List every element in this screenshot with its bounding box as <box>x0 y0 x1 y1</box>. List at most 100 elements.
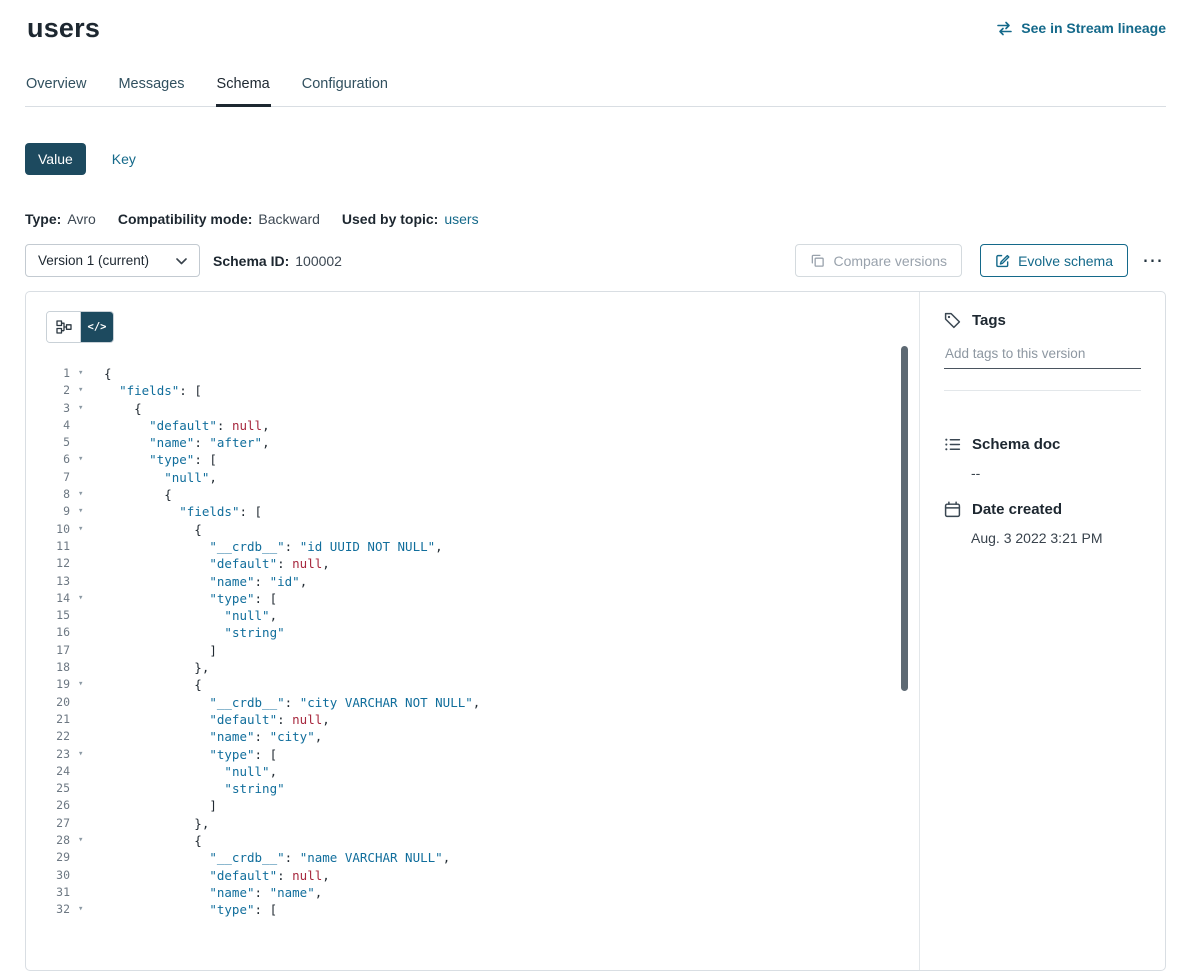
line-number: 23 <box>46 746 70 763</box>
code-line: 25 "string" <box>46 780 919 797</box>
evolve-schema-button[interactable]: Evolve schema <box>980 244 1128 277</box>
fold-toggle-icon[interactable]: ▾ <box>70 486 104 503</box>
code-text: "default": null, <box>104 867 330 884</box>
used-by-topic-label: Used by topic: <box>342 211 438 227</box>
fold-toggle-icon <box>70 417 104 434</box>
fold-toggle-icon[interactable]: ▾ <box>70 832 104 849</box>
tab-schema[interactable]: Schema <box>216 76 271 106</box>
topic-link[interactable]: users <box>444 211 478 227</box>
code-text: { <box>104 400 142 417</box>
schema-meta: Type: Avro Compatibility mode: Backward … <box>25 211 1166 227</box>
tab-overview[interactable]: Overview <box>25 76 87 106</box>
fold-toggle-icon <box>70 728 104 745</box>
schema-sidebar: Tags Schema doc <box>919 292 1165 970</box>
code-line: 3▾ { <box>46 400 919 417</box>
code-text: "null", <box>104 763 277 780</box>
line-number: 4 <box>46 417 70 434</box>
fold-toggle-icon <box>70 659 104 676</box>
schema-doc-icon <box>944 436 961 453</box>
code-line: 27 }, <box>46 815 919 832</box>
fold-toggle-icon[interactable]: ▾ <box>70 746 104 763</box>
schema-panel: </> 1▾{2▾ "fields": [3▾ {4 "default": nu… <box>25 291 1166 971</box>
type-value: Avro <box>67 211 96 227</box>
code-text: "type": [ <box>104 746 277 763</box>
tags-input[interactable] <box>944 346 1141 369</box>
fold-toggle-icon[interactable]: ▾ <box>70 382 104 399</box>
fold-toggle-icon[interactable]: ▾ <box>70 590 104 607</box>
line-number: 21 <box>46 711 70 728</box>
code-line: 28▾ { <box>46 832 919 849</box>
tab-messages[interactable]: Messages <box>117 76 185 106</box>
value-toggle-button[interactable]: Value <box>25 143 86 175</box>
fold-toggle-icon[interactable]: ▾ <box>70 676 104 693</box>
code-text: "name": "city", <box>104 728 322 745</box>
code-line: 19▾ { <box>46 676 919 693</box>
code-view-icon: </> <box>88 321 107 333</box>
version-select[interactable]: Version 1 (current) <box>25 244 200 277</box>
code-text: "null", <box>104 469 217 486</box>
value-key-toggle: Value Key <box>25 143 1166 175</box>
code-text: }, <box>104 659 209 676</box>
code-line: 7 "null", <box>46 469 919 486</box>
line-number: 26 <box>46 797 70 814</box>
tab-configuration[interactable]: Configuration <box>301 76 389 106</box>
line-number: 24 <box>46 763 70 780</box>
fold-toggle-icon <box>70 624 104 641</box>
key-toggle-button[interactable]: Key <box>112 151 136 167</box>
type-label: Type: <box>25 211 61 227</box>
line-number: 9 <box>46 503 70 520</box>
chevron-down-icon <box>176 253 187 268</box>
fold-toggle-icon <box>70 849 104 866</box>
code-text: { <box>104 832 202 849</box>
code-text: "default": null, <box>104 711 330 728</box>
line-number: 20 <box>46 694 70 711</box>
fold-toggle-icon[interactable]: ▾ <box>70 503 104 520</box>
date-created-value: Aug. 3 2022 3:21 PM <box>971 530 1141 546</box>
code-line: 11 "__crdb__": "id UUID NOT NULL", <box>46 538 919 555</box>
code-text: "default": null, <box>104 417 270 434</box>
code-text: { <box>104 521 202 538</box>
fold-toggle-icon <box>70 573 104 590</box>
code-line: 21 "default": null, <box>46 711 919 728</box>
schema-id-label: Schema ID: <box>213 253 289 269</box>
code-text: { <box>104 486 172 503</box>
stream-lineage-label: See in Stream lineage <box>1021 20 1166 36</box>
stream-lineage-link[interactable]: See in Stream lineage <box>996 20 1166 36</box>
scrollbar-thumb[interactable] <box>901 346 908 691</box>
code-line: 16 "string" <box>46 624 919 641</box>
code-line: 29 "__crdb__": "name VARCHAR NULL", <box>46 849 919 866</box>
schema-page: users See in Stream lineage Overview Mess… <box>0 0 1189 916</box>
code-text: "string" <box>104 780 285 797</box>
fold-toggle-icon[interactable]: ▾ <box>70 365 104 382</box>
fold-toggle-icon <box>70 711 104 728</box>
code-line: 9▾ "fields": [ <box>46 503 919 520</box>
code-line: 31 "name": "name", <box>46 884 919 901</box>
line-number: 30 <box>46 867 70 884</box>
code-text: "null", <box>104 607 277 624</box>
code-line: 2▾ "fields": [ <box>46 382 919 399</box>
editor-scrollbar[interactable] <box>901 346 908 960</box>
version-toolbar: Version 1 (current) Schema ID: 100002 Co… <box>25 244 1166 277</box>
tags-section: Tags <box>944 312 1141 391</box>
code-line: 1▾{ <box>46 365 919 382</box>
fold-toggle-icon[interactable]: ▾ <box>70 451 104 468</box>
code-view-button[interactable]: </> <box>80 312 113 342</box>
fold-toggle-icon <box>70 469 104 486</box>
code-text: "__crdb__": "city VARCHAR NOT NULL", <box>104 694 480 711</box>
fold-toggle-icon[interactable]: ▾ <box>70 400 104 417</box>
fold-toggle-icon <box>70 797 104 814</box>
code-text: { <box>104 676 202 693</box>
more-options-button[interactable]: ⋯ <box>1140 246 1166 275</box>
tree-view-button[interactable] <box>47 312 80 342</box>
code-line: 6▾ "type": [ <box>46 451 919 468</box>
date-created-title: Date created <box>972 501 1062 518</box>
line-number: 14 <box>46 590 70 607</box>
date-created-section: Date created Aug. 3 2022 3:21 PM <box>944 501 1141 546</box>
compare-versions-button[interactable]: Compare versions <box>795 244 962 277</box>
code-area: 1▾{2▾ "fields": [3▾ {4 "default": null,5… <box>46 365 919 919</box>
line-number: 15 <box>46 607 70 624</box>
line-number: 27 <box>46 815 70 832</box>
code-text: "__crdb__": "name VARCHAR NULL", <box>104 849 450 866</box>
fold-toggle-icon[interactable]: ▾ <box>70 521 104 538</box>
fold-toggle-icon <box>70 763 104 780</box>
